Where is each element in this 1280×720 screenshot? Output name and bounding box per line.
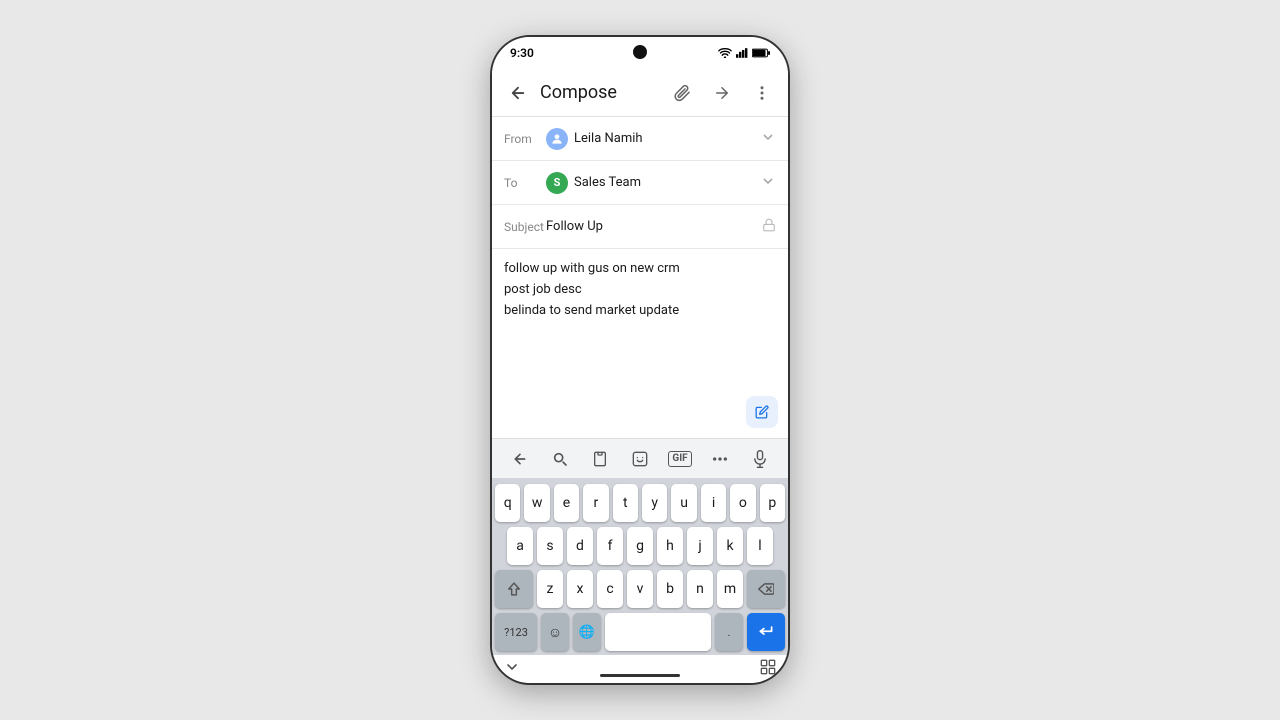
signal-icon — [736, 48, 748, 58]
keyboard-mic-button[interactable] — [744, 443, 776, 475]
key-t[interactable]: t — [613, 484, 638, 522]
key-a[interactable]: a — [507, 527, 533, 565]
to-field[interactable]: To S Sales Team — [492, 161, 788, 205]
app-bar-actions — [664, 75, 780, 111]
from-field[interactable]: From Leila Namih — [492, 117, 788, 161]
key-h[interactable]: h — [657, 527, 683, 565]
keyboard-search-button[interactable] — [544, 443, 576, 475]
keyboard-toolbar: GIF — [492, 438, 788, 478]
keyboard-row-3: z x c v b n m — [495, 570, 785, 608]
compose-line-1: follow up with gus on new crm — [504, 259, 776, 280]
to-name: Sales Team — [574, 175, 641, 190]
key-x[interactable]: x — [567, 570, 593, 608]
to-value-container: S Sales Team — [546, 172, 760, 194]
key-g[interactable]: g — [627, 527, 653, 565]
key-r[interactable]: r — [583, 484, 608, 522]
keyboard-row-1: q w e r t y u i o p — [495, 484, 785, 522]
from-value-container: Leila Namih — [546, 128, 760, 150]
wifi-icon — [718, 48, 732, 58]
key-j[interactable]: j — [687, 527, 713, 565]
send-button[interactable] — [704, 75, 740, 111]
app-bar: Compose — [492, 69, 788, 117]
period-key[interactable]: . — [715, 613, 743, 651]
key-n[interactable]: n — [687, 570, 713, 608]
space-key[interactable] — [605, 613, 711, 651]
phone-frame: 9:30 — [490, 35, 790, 685]
keyboard-grid-icon[interactable] — [760, 659, 776, 679]
chevron-down-icon[interactable] — [504, 659, 520, 679]
compose-text: follow up with gus on new crm post job d… — [504, 259, 776, 321]
key-b[interactable]: b — [657, 570, 683, 608]
email-body: From Leila Namih To S Sales Team — [492, 117, 788, 438]
key-v[interactable]: v — [627, 570, 653, 608]
keyboard-more-button[interactable] — [704, 443, 736, 475]
keyboard-row-2: a s d f g h j k l — [495, 527, 785, 565]
from-expand-icon[interactable] — [760, 129, 776, 149]
compose-title: Compose — [536, 82, 664, 103]
to-avatar: S — [546, 172, 568, 194]
compose-line-2: post job desc — [504, 280, 776, 301]
status-time: 9:30 — [510, 46, 534, 60]
keyboard-sticker-button[interactable] — [624, 443, 656, 475]
key-q[interactable]: q — [495, 484, 520, 522]
attach-button[interactable] — [664, 75, 700, 111]
from-avatar — [546, 128, 568, 150]
subject-label: Subject — [504, 220, 546, 234]
emoji-key[interactable]: ☺ — [541, 613, 569, 651]
key-p[interactable]: p — [760, 484, 785, 522]
camera-notch — [633, 45, 647, 59]
formatting-button[interactable] — [746, 396, 778, 428]
keyboard-clipboard-button[interactable] — [584, 443, 616, 475]
from-name: Leila Namih — [574, 131, 643, 146]
more-button[interactable] — [744, 75, 780, 111]
key-o[interactable]: o — [730, 484, 755, 522]
keyboard-back-button[interactable] — [504, 443, 536, 475]
to-avatar-initial: S — [554, 176, 561, 189]
keyboard-row-4: ?123 ☺ 🌐 . — [495, 613, 785, 651]
key-z[interactable]: z — [537, 570, 563, 608]
subject-value[interactable]: Follow Up — [546, 219, 762, 234]
key-e[interactable]: e — [554, 484, 579, 522]
compose-area[interactable]: follow up with gus on new crm post job d… — [492, 249, 788, 438]
bottom-nav — [492, 655, 788, 683]
to-label: To — [504, 176, 546, 190]
enter-key[interactable] — [747, 613, 785, 651]
key-m[interactable]: m — [717, 570, 743, 608]
home-indicator — [600, 674, 680, 677]
keyboard-gif-button[interactable]: GIF — [664, 443, 696, 475]
globe-key[interactable]: 🌐 — [573, 613, 601, 651]
gif-label: GIF — [668, 451, 691, 467]
to-expand-icon[interactable] — [760, 173, 776, 193]
num-key[interactable]: ?123 — [495, 613, 537, 651]
key-u[interactable]: u — [671, 484, 696, 522]
key-y[interactable]: y — [642, 484, 667, 522]
battery-icon — [752, 48, 770, 58]
key-f[interactable]: f — [597, 527, 623, 565]
shift-key[interactable] — [495, 570, 533, 608]
key-w[interactable]: w — [524, 484, 549, 522]
key-i[interactable]: i — [701, 484, 726, 522]
key-c[interactable]: c — [597, 570, 623, 608]
key-k[interactable]: k — [717, 527, 743, 565]
lock-icon — [762, 218, 776, 236]
key-s[interactable]: s — [537, 527, 563, 565]
compose-line-3: belinda to send market update — [504, 301, 776, 322]
status-icons — [718, 48, 770, 58]
key-d[interactable]: d — [567, 527, 593, 565]
subject-field[interactable]: Subject Follow Up — [492, 205, 788, 249]
key-l[interactable]: l — [747, 527, 773, 565]
back-button[interactable] — [500, 75, 536, 111]
from-label: From — [504, 132, 546, 146]
keyboard: q w e r t y u i o p a s d f g h j k l — [492, 478, 788, 655]
backspace-key[interactable] — [747, 570, 785, 608]
